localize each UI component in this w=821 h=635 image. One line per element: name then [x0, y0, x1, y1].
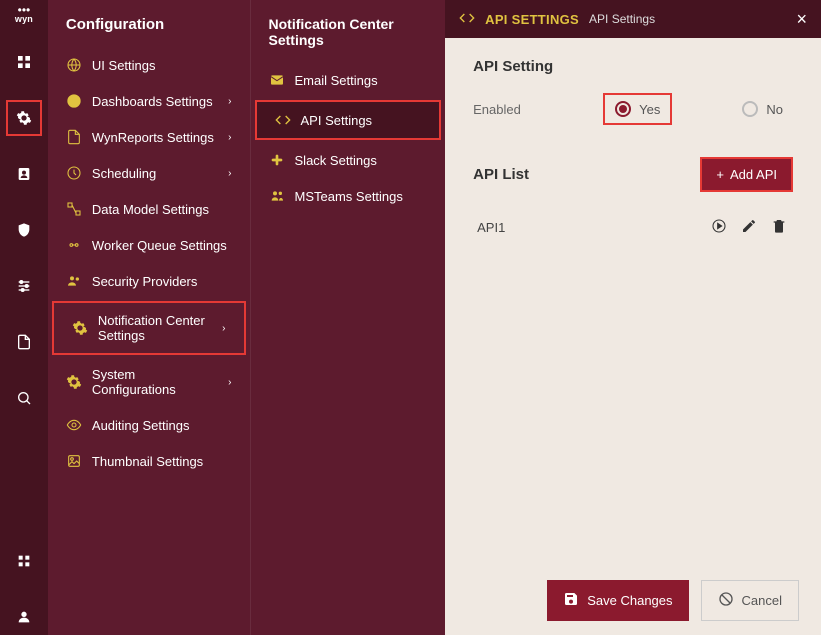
panel-footer: Save Changes Cancel: [445, 566, 821, 635]
enabled-label: Enabled: [473, 102, 583, 117]
sub-item-label: API Settings: [301, 113, 373, 128]
sidebar-item-scheduling[interactable]: Scheduling ›: [48, 155, 250, 191]
sidebar-item-label: Auditing Settings: [92, 418, 190, 433]
sidebar-item-auditing-settings[interactable]: Auditing Settings: [48, 407, 250, 443]
sidebar-item-dashboards-settings[interactable]: Dashboards Settings ›: [48, 83, 250, 119]
plus-icon: +: [716, 167, 724, 182]
rail-shield-icon[interactable]: [6, 212, 42, 248]
slack-icon: [269, 152, 285, 168]
radio-no[interactable]: No: [732, 95, 793, 123]
sidebar-configuration: Configuration UI Settings Dashboards Sett…: [48, 0, 250, 635]
email-icon: [269, 72, 285, 88]
chevron-right-icon: ›: [228, 96, 231, 107]
chevron-right-icon: ›: [228, 168, 231, 179]
doc-icon: [66, 129, 82, 145]
sub-item-msteams-settings[interactable]: MSTeams Settings: [251, 178, 446, 214]
icon-rail: ••• wyn: [0, 0, 48, 635]
logo: ••• wyn: [15, 6, 33, 24]
eye-icon: [66, 417, 82, 433]
rail-contact-icon[interactable]: [6, 156, 42, 192]
rail-search-icon[interactable]: [6, 380, 42, 416]
sidebar-item-label: Worker Queue Settings: [92, 238, 227, 253]
save-icon: [563, 591, 579, 610]
sidebar-item-label: Thumbnail Settings: [92, 454, 203, 469]
api-name: API1: [477, 220, 699, 235]
sidebar2-title: Notification Center Settings: [251, 10, 446, 62]
pie-icon: [66, 93, 82, 109]
sidebar-item-label: Notification Center Settings: [98, 313, 212, 343]
gear-icon: [66, 374, 82, 390]
sidebar-item-thumbnail-settings[interactable]: Thumbnail Settings: [48, 443, 250, 479]
sidebar-item-label: Dashboards Settings: [92, 94, 213, 109]
sidebar-item-label: System Configurations: [92, 367, 218, 397]
radio-yes[interactable]: Yes: [603, 93, 672, 125]
add-api-button[interactable]: + Add API: [700, 157, 793, 192]
rail-doc-icon[interactable]: [6, 324, 42, 360]
breadcrumb: API Settings: [589, 12, 655, 26]
code-icon: [459, 10, 475, 29]
section-title-api-setting: API Setting: [473, 58, 793, 75]
rail-apps-icon[interactable]: [6, 543, 42, 579]
sidebar-notification-center: Notification Center Settings Email Setti…: [250, 0, 446, 635]
code-icon: [275, 112, 291, 128]
edit-icon[interactable]: [741, 218, 759, 236]
play-icon[interactable]: [711, 218, 729, 236]
sidebar-title: Configuration: [48, 10, 250, 47]
main-panel: API SETTINGS API Settings × API Setting …: [445, 0, 821, 635]
sub-item-api-settings[interactable]: API Settings: [255, 100, 442, 140]
panel-header: API SETTINGS API Settings ×: [445, 0, 821, 38]
sidebar-item-data-model-settings[interactable]: Data Model Settings: [48, 191, 250, 227]
sidebar-item-label: WynReports Settings: [92, 130, 214, 145]
section-title-api-list: API List: [473, 166, 529, 183]
sidebar-item-security-providers[interactable]: Security Providers: [48, 263, 250, 299]
people-icon: [66, 273, 82, 289]
rail-config-icon[interactable]: [6, 100, 42, 136]
sub-item-label: Slack Settings: [295, 153, 377, 168]
api-row: API1: [473, 210, 793, 244]
sidebar-item-worker-queue-settings[interactable]: Worker Queue Settings: [48, 227, 250, 263]
api-list-header: API List + Add API: [473, 157, 793, 192]
sidebar-item-label: Security Providers: [92, 274, 197, 289]
panel-title: API SETTINGS: [485, 12, 579, 27]
close-icon[interactable]: ×: [796, 9, 807, 30]
cancel-icon: [718, 591, 734, 610]
chevron-right-icon: ›: [222, 323, 225, 334]
sidebar-item-label: Data Model Settings: [92, 202, 209, 217]
chevron-right-icon: ›: [228, 132, 231, 143]
sidebar-item-wynreports-settings[interactable]: WynReports Settings ›: [48, 119, 250, 155]
chevron-right-icon: ›: [228, 377, 231, 388]
sub-item-email-settings[interactable]: Email Settings: [251, 62, 446, 98]
sidebar-item-label: UI Settings: [92, 58, 156, 73]
rail-user-icon[interactable]: [6, 599, 42, 635]
delete-icon[interactable]: [771, 218, 789, 236]
cancel-button[interactable]: Cancel: [701, 580, 799, 621]
clock-icon: [66, 165, 82, 181]
panel-content: API Setting Enabled Yes No API List + Ad…: [445, 38, 821, 566]
sidebar-item-ui-settings[interactable]: UI Settings: [48, 47, 250, 83]
gear-icon: [72, 320, 88, 336]
enabled-row: Enabled Yes No: [473, 93, 793, 125]
sub-item-label: MSTeams Settings: [295, 189, 403, 204]
rail-sliders-icon[interactable]: [6, 268, 42, 304]
queue-icon: [66, 237, 82, 253]
save-button[interactable]: Save Changes: [547, 580, 688, 621]
teams-icon: [269, 188, 285, 204]
radio-yes-circle: [615, 101, 631, 117]
rail-dashboard-icon[interactable]: [6, 44, 42, 80]
sidebar-item-system-configurations[interactable]: System Configurations ›: [48, 357, 250, 407]
model-icon: [66, 201, 82, 217]
radio-no-circle: [742, 101, 758, 117]
sub-item-slack-settings[interactable]: Slack Settings: [251, 142, 446, 178]
sub-item-label: Email Settings: [295, 73, 378, 88]
thumb-icon: [66, 453, 82, 469]
globe-icon: [66, 57, 82, 73]
sidebar-item-label: Scheduling: [92, 166, 156, 181]
sidebar-item-notification-center-settings[interactable]: Notification Center Settings ›: [52, 301, 246, 355]
